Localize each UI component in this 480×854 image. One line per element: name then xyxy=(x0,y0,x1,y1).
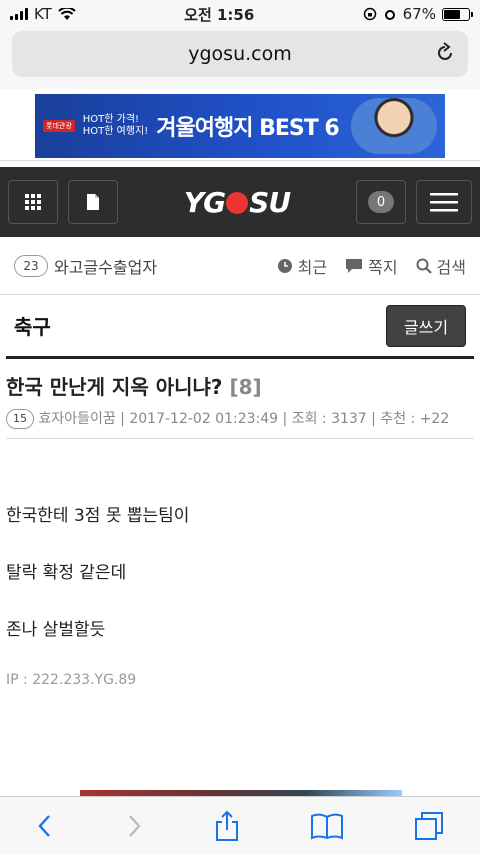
clock: 오전 1:56 xyxy=(184,5,255,24)
status-bar: KT 오전 1:56 67% xyxy=(0,0,480,28)
ad-banner[interactable]: 롯데관광 HOT한 가격! HOT한 여행지! 겨울여행지 BEST 6 xyxy=(0,91,480,161)
wifi-icon xyxy=(58,7,76,20)
comment-count[interactable]: [8] xyxy=(229,375,261,399)
user-level-badge: 23 xyxy=(14,254,48,277)
search-icon xyxy=(416,258,432,274)
search-link[interactable]: 검색 xyxy=(416,254,466,278)
notification-button[interactable]: 0 xyxy=(356,180,406,224)
grid-icon xyxy=(25,194,41,210)
logo-text-pre: YG xyxy=(183,185,226,219)
forward-icon[interactable] xyxy=(124,813,144,839)
user-bar: 23 와고글수출업자 최근 쪽지 검색 xyxy=(0,237,480,295)
reload-icon[interactable] xyxy=(434,42,456,64)
battery-icon xyxy=(441,7,473,21)
ad-brand: 롯데관광 xyxy=(43,119,75,132)
chat-icon xyxy=(346,258,363,273)
document-button[interactable] xyxy=(68,180,118,224)
user-profile[interactable]: 23 와고글수출업자 xyxy=(14,254,157,278)
tabs-icon[interactable] xyxy=(413,810,445,842)
logo-text-post: SU xyxy=(249,185,291,219)
notification-count: 0 xyxy=(368,191,394,213)
clock-icon xyxy=(277,258,292,273)
board-title: 축구 xyxy=(14,315,51,339)
message-link[interactable]: 쪽지 xyxy=(345,254,398,278)
ad-line1: HOT한 가격! xyxy=(82,113,140,125)
carrier-label: KT xyxy=(34,5,52,23)
ad-headline: 겨울여행지 BEST 6 xyxy=(156,115,339,141)
grid-menu-button[interactable] xyxy=(8,180,58,224)
site-nav: YG SU 0 xyxy=(0,167,480,237)
alarm-icon xyxy=(384,10,395,20)
board-header: 축구 글쓰기 xyxy=(6,295,474,359)
logo-bomb-icon xyxy=(226,192,249,214)
post-ip: IP : 222.233.YG.89 xyxy=(6,672,137,688)
ad-photo xyxy=(351,97,437,154)
hamburger-icon xyxy=(430,193,458,212)
post-date: 2017-12-02 01:23:49 xyxy=(129,411,279,427)
post-meta: 15 효자아들이꿈 | 2017-12-02 01:23:49 | 조회 : 3… xyxy=(6,408,474,439)
browser-toolbar xyxy=(0,796,480,854)
username: 와고글수출업자 xyxy=(54,257,158,277)
recent-label: 최근 xyxy=(297,257,328,277)
post-line: 한국한테 3점 못 뽑는팀이 xyxy=(6,506,190,526)
post-body: 한국한테 3점 못 뽑는팀이 탈락 확정 같은데 존나 살벌할듯 IP : 22… xyxy=(6,439,474,688)
post-title: 한국 만난게 지옥 아니냐? [8] xyxy=(6,371,474,400)
battery-percent: 67% xyxy=(402,5,436,23)
rotation-lock-icon xyxy=(363,7,376,21)
document-icon xyxy=(87,194,99,210)
post-line: 존나 살벌할듯 xyxy=(6,620,106,640)
ad-line2: HOT한 여행지! xyxy=(82,125,149,137)
url-text: ygosu.com xyxy=(188,43,292,65)
post-recommend: 추천 : +22 xyxy=(380,411,450,427)
post: 한국 만난게 지옥 아니냐? [8] 15 효자아들이꿈 | 2017-12-0… xyxy=(0,359,480,688)
post-title-text: 한국 만난게 지옥 아니냐? xyxy=(6,375,223,399)
site-logo[interactable]: YG SU xyxy=(128,186,346,219)
signal-icon xyxy=(10,8,28,20)
share-icon[interactable] xyxy=(214,810,240,842)
post-views: 조회 : 3137 xyxy=(291,411,367,427)
bookmarks-icon[interactable] xyxy=(310,812,344,840)
address-bar[interactable]: ygosu.com xyxy=(12,31,468,77)
recent-link[interactable]: 최근 xyxy=(277,254,327,278)
back-icon[interactable] xyxy=(35,813,55,839)
write-button[interactable]: 글쓰기 xyxy=(386,304,466,347)
author-level-badge: 15 xyxy=(6,409,34,429)
hamburger-menu-button[interactable] xyxy=(416,180,472,224)
post-line: 탈락 확정 같은데 xyxy=(6,563,127,583)
message-label: 쪽지 xyxy=(368,257,398,277)
search-label: 검색 xyxy=(436,257,466,277)
post-author[interactable]: 효자아들이꿈 xyxy=(38,411,115,427)
